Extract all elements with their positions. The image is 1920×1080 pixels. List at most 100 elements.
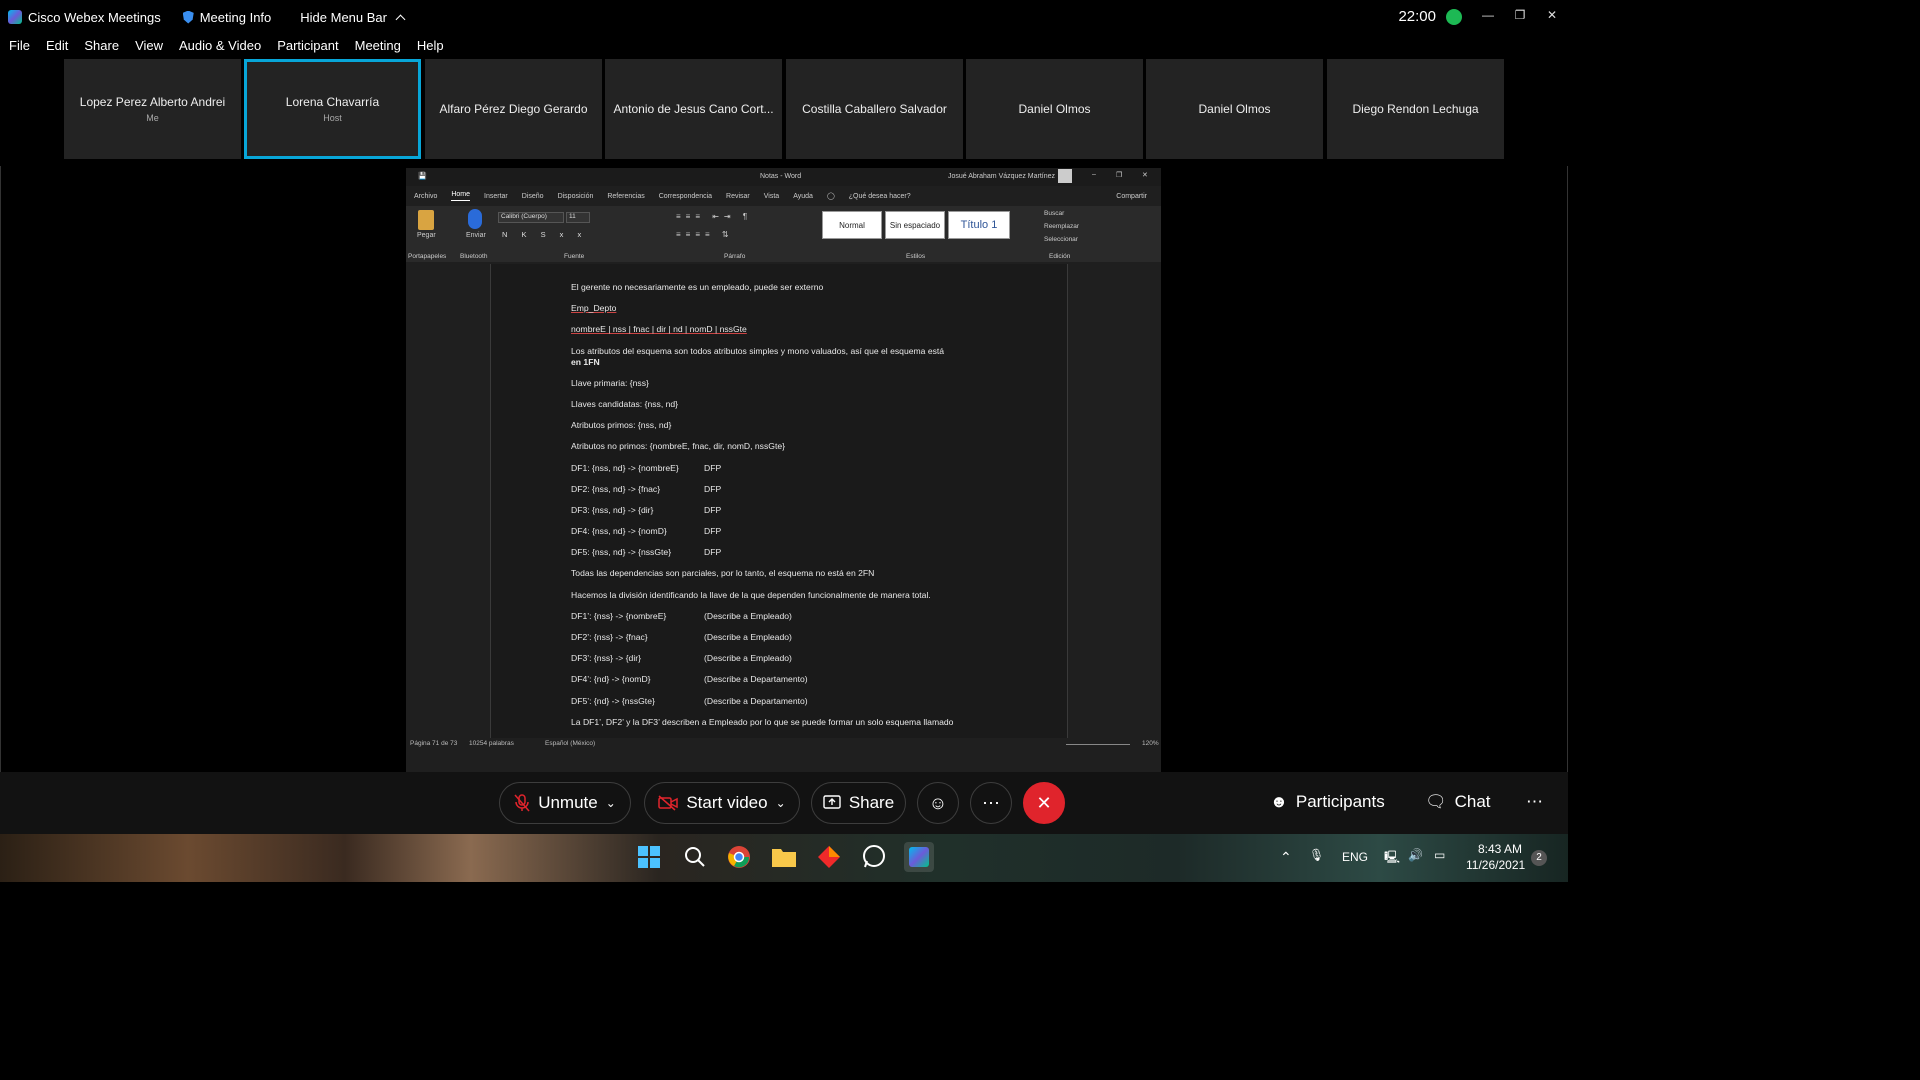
participant-tile[interactable]: Daniel Olmos — [1146, 59, 1323, 159]
file-explorer-button[interactable] — [769, 842, 799, 872]
df-right: (Describe a Departamento) — [704, 695, 808, 706]
word-doc-title: Notas - Word — [760, 173, 802, 180]
style-normal-label: Normal — [839, 220, 865, 230]
align-icons: ≡≡≡≡ ⇅ — [676, 230, 734, 239]
word-ribbon-tabs: Archivo Home Insertar Diseño Disposición… — [406, 186, 1161, 206]
menu-audio-video[interactable]: Audio & Video — [179, 38, 261, 56]
participant-name: Costilla Caballero Salvador — [802, 102, 947, 116]
search-button[interactable] — [680, 842, 710, 872]
menu-participant[interactable]: Participant — [277, 38, 338, 56]
participant-tile[interactable]: Alfaro Pérez Diego Gerardo — [425, 59, 602, 159]
chat-button[interactable]: 🗨 Chat — [1425, 792, 1491, 812]
menu-meeting[interactable]: Meeting — [355, 38, 401, 56]
network-signal-icon[interactable] — [1446, 9, 1462, 25]
participant-name: Diego Rendon Lechuga — [1352, 102, 1479, 116]
df-left: DF1’: {nss} -> {nombreE} — [571, 610, 667, 621]
participant-name: Daniel Olmos — [1018, 102, 1091, 116]
leave-meeting-button[interactable]: ✕ — [1023, 782, 1065, 824]
df-left: DF3’: {nss} -> {dir} — [571, 653, 641, 664]
network-icon[interactable]: 🖳 — [1384, 848, 1400, 869]
taskbar-time[interactable]: 8:43 AM — [1478, 842, 1522, 856]
doc-line: Atributos primos: {nss, nd} — [571, 420, 672, 431]
volume-icon[interactable]: 🔊 — [1408, 848, 1423, 862]
minimize-button[interactable]: — — [1472, 0, 1504, 30]
language-indicator[interactable]: ENG — [1342, 850, 1368, 864]
more-options-button[interactable]: ⋯ — [970, 782, 1012, 824]
more-panels-button[interactable]: ⋯ — [1526, 792, 1543, 812]
participant-tile[interactable]: Daniel Olmos — [966, 59, 1143, 159]
font-size-select: 11 — [566, 212, 590, 223]
webex-logo-icon — [8, 10, 22, 24]
shared-word-window[interactable]: 💾 Notas - Word Josué Abraham Vázquez Mar… — [406, 168, 1161, 772]
participant-name: Lopez Perez Alberto Andrei — [79, 95, 226, 109]
doc-line: Los atributos del esquema son todos atri… — [571, 345, 945, 356]
notification-badge[interactable]: 2 — [1531, 850, 1547, 866]
page-count: Página 71 de 73 — [410, 740, 458, 747]
participant-tile-active[interactable]: Lorena Chavarría Host — [244, 59, 421, 159]
close-button[interactable]: ✕ — [1536, 0, 1568, 30]
shield-icon — [182, 10, 194, 24]
menu-share[interactable]: Share — [84, 38, 119, 56]
webex-taskbar-button[interactable] — [904, 842, 934, 872]
battery-icon[interactable]: ▭ — [1434, 848, 1445, 862]
language: Español (México) — [545, 740, 596, 747]
microphone-tray-icon[interactable]: 🎙 — [1309, 848, 1324, 862]
start-button[interactable] — [634, 842, 664, 872]
participant-tile[interactable]: Diego Rendon Lechuga — [1327, 59, 1504, 159]
doc-df-row: DF1’: {nss} -> {nombreE} (Describe a Empl… — [571, 611, 991, 622]
doc-line: nombreE | nss | fnac | dir | nd | nomD |… — [571, 324, 747, 335]
style-sin-espaciado-label: Sin espaciado — [889, 220, 941, 230]
tab-disposicion: Disposición — [557, 192, 594, 200]
participants-button[interactable]: ☻ Participants — [1270, 792, 1385, 812]
doc-df-row: DF1: {nss, nd} -> {nombreE} DFP — [571, 463, 991, 474]
menu-view[interactable]: View — [135, 38, 163, 56]
search-icon — [685, 847, 705, 867]
start-video-button[interactable]: Start video ⌄ — [644, 782, 800, 824]
document-page: El gerente no necesariamente es un emple… — [490, 264, 1068, 738]
doc-df-row: DF5: {nss, nd} -> {nssGte} DFP — [571, 547, 991, 558]
share-button[interactable]: Share — [811, 782, 906, 824]
participant-tile[interactable]: Lopez Perez Alberto Andrei Me — [64, 59, 241, 159]
whatsapp-taskbar-button[interactable] — [859, 842, 889, 872]
menu-help[interactable]: Help — [417, 38, 444, 56]
app-title: Cisco Webex Meetings — [8, 10, 161, 25]
menu-edit[interactable]: Edit — [46, 38, 68, 56]
df-left: DF2: {nss, nd} -> {fnac} — [571, 483, 661, 494]
hide-menu-bar-button[interactable]: Hide Menu Bar — [300, 10, 406, 25]
word-share-button: Compartir — [1116, 192, 1147, 200]
app-taskbar-button[interactable] — [814, 842, 844, 872]
reactions-button[interactable]: ☺ — [917, 782, 959, 824]
taskbar-date[interactable]: 11/26/2021 — [1466, 858, 1525, 872]
font-format-icons: N K S x x — [502, 230, 588, 239]
word-title-bar: 💾 Notas - Word Josué Abraham Vázquez Mar… — [406, 168, 1161, 186]
unmute-label: Unmute — [538, 793, 598, 812]
participant-tile[interactable]: Antonio de Jesus Cano Cort... — [605, 59, 782, 159]
user-avatar — [1058, 169, 1072, 183]
unmute-button[interactable]: Unmute ⌄ — [499, 782, 631, 824]
start-video-label: Start video — [686, 793, 768, 812]
df-left: DF4: {nss, nd} -> {nomD} — [571, 526, 667, 537]
word-count: 10254 palabras — [469, 740, 514, 747]
participant-tile[interactable]: Costilla Caballero Salvador — [786, 59, 963, 159]
doc-line: Atributos no primos: {nombreE, fnac, dir… — [571, 441, 785, 452]
participant-role: Host — [323, 113, 342, 123]
zoom-level: 120% — [1142, 740, 1159, 747]
windows-taskbar: ⌃ 🎙 ENG 🖳 🔊 ▭ 8:43 AM 11/26/2021 2 — [0, 834, 1568, 882]
doc-df-row: DF4: {nss, nd} -> {nomD} DFP — [571, 526, 991, 537]
doc-line: Hacemos la división identificando la lla… — [571, 589, 931, 600]
meeting-info-button[interactable]: Meeting Info — [182, 10, 271, 25]
restore-button[interactable]: ❐ — [1504, 0, 1536, 30]
df-left: DF4’: {nd} -> {nomD} — [571, 674, 651, 685]
participant-role: Me — [146, 113, 159, 123]
style-normal: Normal — [822, 211, 882, 239]
tab-archivo: Archivo — [414, 192, 438, 200]
tab-ayuda: Ayuda — [793, 192, 813, 200]
menu-file[interactable]: File — [9, 38, 30, 56]
word-status-bar: Página 71 de 73 10254 palabras Español (… — [406, 738, 1161, 752]
chevron-up-icon[interactable]: ⌃ — [1280, 849, 1292, 866]
tab-diseno: Diseño — [521, 192, 544, 200]
chevron-up-icon — [395, 14, 406, 24]
chrome-taskbar-button[interactable] — [724, 842, 754, 872]
group-portapapeles: Portapapeles — [408, 253, 447, 260]
select-button: Seleccionar — [1044, 236, 1078, 243]
